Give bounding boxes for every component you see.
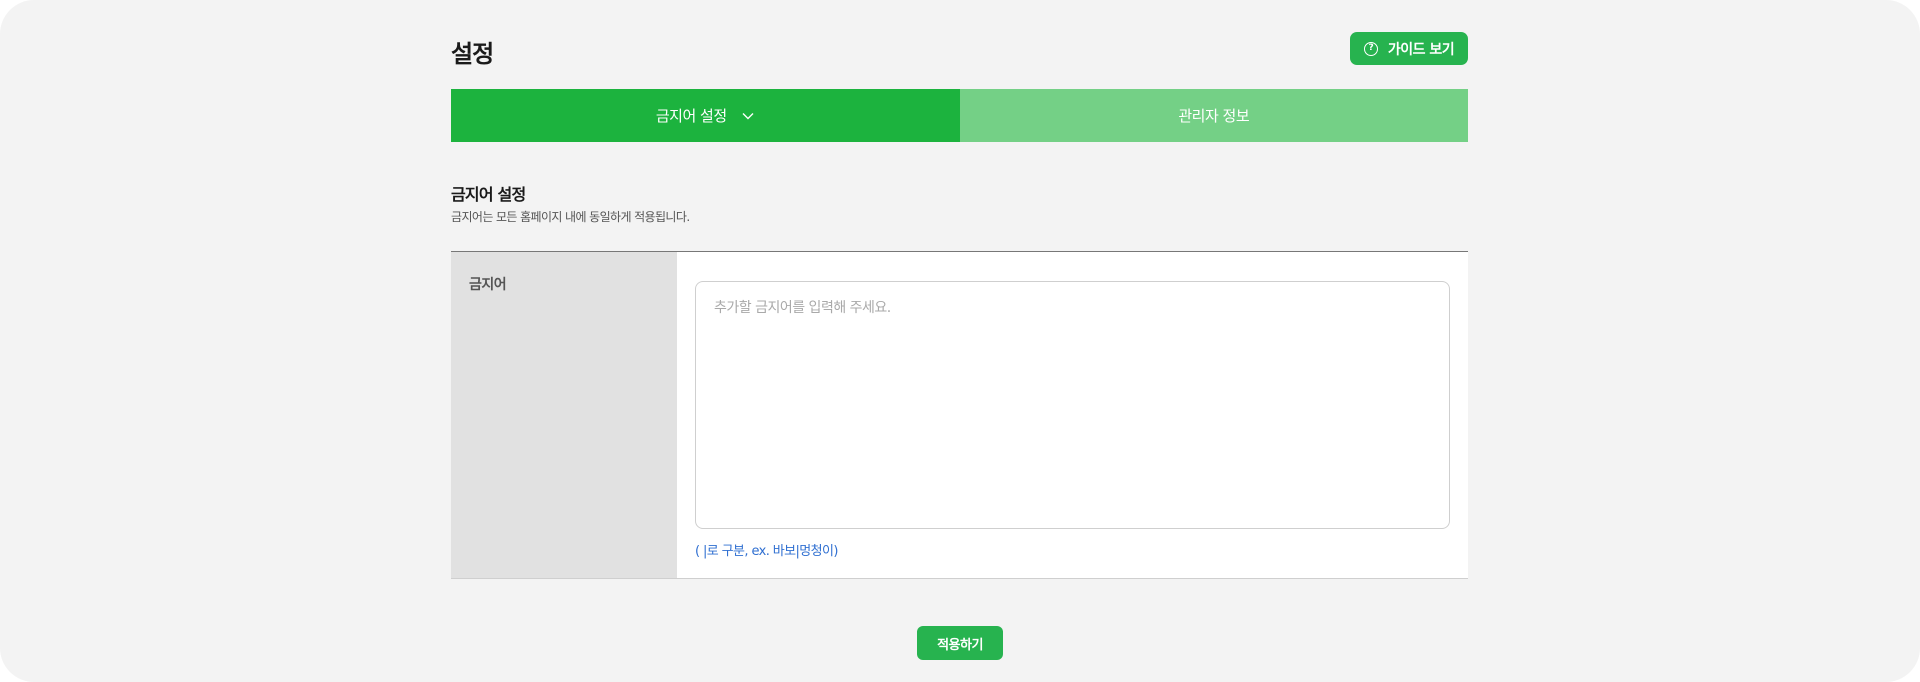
banned-words-textarea[interactable] <box>695 281 1450 529</box>
apply-button[interactable]: 적용하기 <box>917 626 1003 660</box>
section-description: 금지어는 모든 홈페이지 내에 동일하게 적용됩니다. <box>451 210 690 224</box>
chevron-down-icon <box>742 112 754 119</box>
tab-label: 관리자 정보 <box>1178 107 1250 125</box>
guide-button[interactable]: ? 가이드 보기 <box>1350 32 1468 65</box>
tab-banned-words[interactable]: 금지어 설정 <box>451 89 960 142</box>
guide-button-label: 가이드 보기 <box>1387 41 1455 58</box>
page-title: 설정 <box>451 40 494 68</box>
input-hint: ( |로 구분, ex. 바보|멍청이) <box>695 544 838 559</box>
field-value-cell: ( |로 구분, ex. 바보|멍청이) <box>677 252 1468 578</box>
tab-bar: 금지어 설정 관리자 정보 <box>451 89 1468 142</box>
page-background: 설정 ? 가이드 보기 금지어 설정 관리자 정보 금지어 설정 금지어는 모든… <box>0 0 1920 682</box>
field-label: 금지어 <box>451 252 677 578</box>
tab-label: 금지어 설정 <box>655 107 727 125</box>
section-title: 금지어 설정 <box>451 185 526 204</box>
settings-container: 설정 ? 가이드 보기 금지어 설정 관리자 정보 금지어 설정 금지어는 모든… <box>451 0 1468 682</box>
help-icon: ? <box>1363 41 1378 56</box>
tab-admin-info[interactable]: 관리자 정보 <box>959 89 1468 142</box>
banned-words-form: 금지어 ( |로 구분, ex. 바보|멍청이) <box>451 251 1468 579</box>
